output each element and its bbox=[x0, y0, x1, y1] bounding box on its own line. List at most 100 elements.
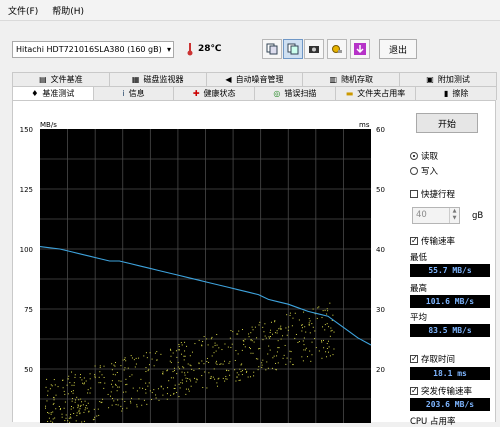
access-time-point bbox=[198, 339, 200, 341]
access-time-point bbox=[241, 370, 243, 372]
access-time-point bbox=[253, 371, 255, 373]
tab-folder-usage[interactable]: ▬ 文件夹占用率 bbox=[334, 86, 417, 100]
access-time-point bbox=[211, 355, 213, 357]
quick-size-stepper[interactable]: 40 ▲ ▼ bbox=[412, 207, 460, 224]
tab-random-access[interactable]: ▥ 随机存取 bbox=[302, 72, 401, 86]
access-time-point bbox=[71, 398, 73, 400]
drive-select[interactable]: Hitachi HDT721016SLA380 (160 gB) ▾ bbox=[12, 41, 174, 58]
access-time-point bbox=[83, 382, 85, 384]
access-time-point bbox=[285, 327, 287, 329]
tab-benchmark[interactable]: ♦ 基准测试 bbox=[12, 86, 94, 100]
access-time-point bbox=[284, 344, 286, 346]
access-time-point bbox=[118, 380, 120, 382]
access-time-point bbox=[216, 344, 218, 346]
access-time-point bbox=[286, 357, 288, 359]
access-time-point bbox=[74, 401, 76, 403]
access-time-point bbox=[240, 371, 242, 373]
burst-option[interactable]: ✓ 突发传输速率 bbox=[410, 385, 472, 397]
copy-button[interactable] bbox=[262, 39, 282, 59]
access-time-point bbox=[324, 329, 326, 331]
stepper-arrows-icon[interactable]: ▲ ▼ bbox=[449, 208, 459, 223]
access-time-point bbox=[79, 408, 81, 410]
quick-option[interactable]: 快捷行程 bbox=[410, 188, 455, 200]
access-time-point bbox=[211, 336, 213, 338]
access-time-point bbox=[270, 329, 272, 331]
tab-disk-monitor[interactable]: ▦ 磁盘监视器 bbox=[108, 72, 207, 86]
access-time-point bbox=[147, 370, 149, 372]
access-time-point bbox=[82, 382, 84, 384]
access-time-point bbox=[70, 417, 72, 419]
read-option[interactable]: 读取 bbox=[410, 150, 438, 162]
options-button[interactable] bbox=[327, 39, 347, 59]
access-time-point bbox=[253, 375, 255, 377]
checkbox-transfer[interactable]: ✓ bbox=[410, 237, 418, 245]
folder-chart-icon: ▤ bbox=[39, 75, 47, 84]
access-time-point bbox=[202, 387, 204, 389]
tab-info[interactable]: i 信息 bbox=[92, 86, 175, 100]
save-button[interactable] bbox=[350, 39, 370, 59]
access-time-point bbox=[232, 331, 234, 333]
access-time-point bbox=[111, 380, 113, 382]
access-time-point bbox=[145, 352, 147, 354]
access-time-point bbox=[184, 350, 186, 352]
access-time-point bbox=[110, 383, 112, 385]
access-time-point bbox=[263, 331, 265, 333]
tab-erase[interactable]: ▮ 擦除 bbox=[415, 86, 498, 100]
access-time-point bbox=[198, 363, 200, 365]
access-time-point bbox=[155, 394, 157, 396]
access-time-point bbox=[221, 349, 223, 351]
access-time-point bbox=[327, 310, 329, 312]
screenshot-button[interactable] bbox=[304, 39, 324, 59]
radio-read[interactable] bbox=[410, 152, 418, 160]
write-option[interactable]: 写入 bbox=[410, 165, 438, 177]
access-time-point bbox=[210, 338, 212, 340]
access-time-point bbox=[276, 332, 278, 334]
access-time-point bbox=[240, 364, 242, 366]
access-time-point bbox=[131, 397, 133, 399]
y-left-tick-label: 75 bbox=[24, 306, 33, 314]
access-time-point bbox=[178, 383, 180, 385]
access-label: 存取时间 bbox=[421, 355, 456, 365]
checkbox-access[interactable]: ✓ bbox=[410, 355, 418, 363]
menu-file[interactable]: 文件(F) bbox=[0, 4, 44, 17]
access-time-point bbox=[189, 378, 191, 380]
tab-label: 附加测试 bbox=[437, 75, 470, 84]
access-time-point bbox=[69, 382, 71, 384]
access-time-point bbox=[53, 396, 55, 398]
access-time-point bbox=[235, 380, 237, 382]
access-time-point bbox=[215, 360, 217, 362]
access-time-point bbox=[323, 347, 325, 349]
access-time-point bbox=[45, 407, 47, 409]
access-time-point bbox=[280, 325, 282, 327]
tab-noise-management[interactable]: ◀ 自动噪音管理 bbox=[205, 72, 304, 86]
access-time-point bbox=[325, 351, 327, 353]
menu-help[interactable]: 帮助(H) bbox=[44, 4, 90, 17]
access-time-point bbox=[151, 399, 153, 401]
tab-file-benchmark[interactable]: ▤ 文件基准 bbox=[12, 72, 110, 86]
tab-error-scan[interactable]: ◎ 错误扫描 bbox=[254, 86, 336, 100]
access-time-point bbox=[261, 366, 263, 368]
radio-write[interactable] bbox=[410, 167, 418, 175]
access-time-point bbox=[67, 420, 69, 422]
access-time-point bbox=[244, 346, 246, 348]
access-time-point bbox=[288, 326, 290, 328]
access-time-point bbox=[64, 393, 66, 395]
start-button[interactable]: 开始 bbox=[416, 113, 478, 133]
checkbox-quick[interactable] bbox=[410, 190, 418, 198]
transfer-option[interactable]: ✓ 传输速率 bbox=[410, 235, 455, 247]
access-option[interactable]: ✓ 存取时间 bbox=[410, 353, 455, 365]
checkbox-burst[interactable]: ✓ bbox=[410, 387, 418, 395]
exit-button[interactable]: 退出 bbox=[379, 39, 417, 59]
access-time-point bbox=[74, 376, 76, 378]
access-time-point bbox=[188, 390, 190, 392]
tab-extra-tests[interactable]: ▣ 附加测试 bbox=[399, 72, 497, 86]
copy-text-button[interactable] bbox=[283, 39, 303, 59]
access-time-point bbox=[269, 337, 271, 339]
access-time-point bbox=[254, 326, 256, 328]
access-time-point bbox=[229, 361, 231, 363]
access-time-point bbox=[52, 411, 54, 413]
access-time-point bbox=[228, 362, 230, 364]
access-time-point bbox=[86, 407, 88, 409]
access-time-point bbox=[241, 374, 243, 376]
tab-health[interactable]: ✚ 健康状态 bbox=[173, 86, 256, 100]
